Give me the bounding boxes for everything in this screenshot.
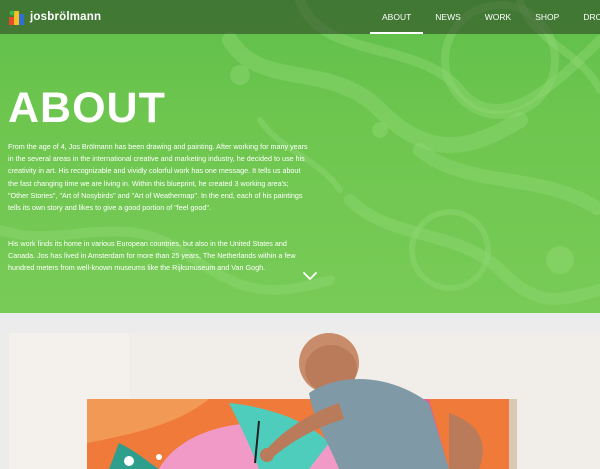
brand-name: josbrölmann (30, 11, 102, 23)
nav-item-work[interactable]: WORK (473, 0, 523, 34)
nav-item-news[interactable]: NEWS (423, 0, 473, 34)
artist-photo-illustration (9, 333, 600, 469)
nav-item-shop[interactable]: SHOP (523, 0, 571, 34)
hero-section: josbrölmann ABOUT NEWS WORK SHOP DROP A … (0, 0, 600, 313)
about-paragraph-1: From the age of 4, Jos Brölmann has been… (8, 142, 308, 213)
nav-item-drop-a-line[interactable]: DROP A LINE (571, 0, 600, 34)
brand-logo-icon (9, 10, 24, 25)
top-navbar: josbrölmann ABOUT NEWS WORK SHOP DROP A … (0, 0, 600, 34)
main-nav: ABOUT NEWS WORK SHOP DROP A LINE (370, 0, 600, 34)
brand-logo[interactable]: josbrölmann (8, 8, 101, 26)
artist-painting-photo (9, 333, 600, 469)
chevron-down-icon[interactable] (302, 270, 318, 282)
page-title: ABOUT (8, 84, 166, 132)
nav-item-about[interactable]: ABOUT (370, 0, 424, 34)
about-paragraph-2: His work finds its home in various Europ… (8, 239, 296, 273)
